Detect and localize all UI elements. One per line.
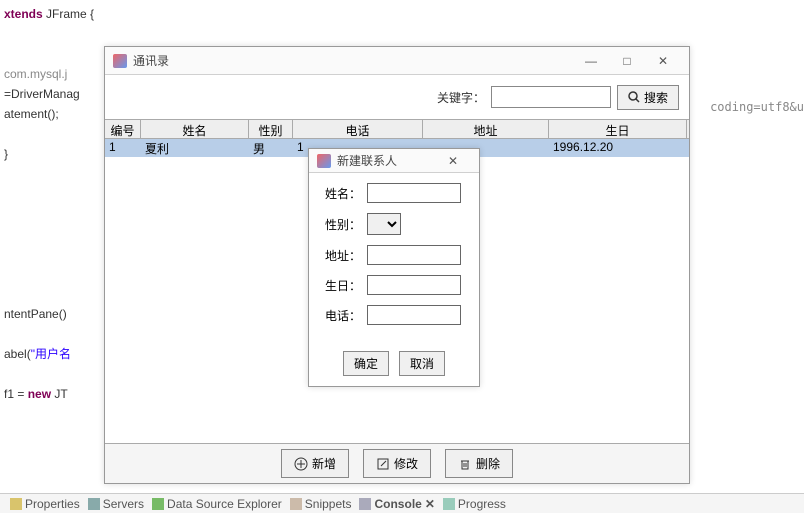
search-button[interactable]: 搜索 — [617, 85, 679, 110]
plus-icon — [294, 457, 308, 471]
java-icon — [317, 154, 331, 168]
edit-icon — [376, 457, 390, 471]
col-sex[interactable]: 性别 — [249, 120, 293, 138]
trash-icon — [458, 457, 472, 471]
eclipse-view-tabs: Properties Servers Data Source Explorer … — [0, 493, 804, 513]
main-titlebar: 通讯录 — □ ✕ — [105, 47, 689, 75]
close-button[interactable]: ✕ — [645, 47, 681, 74]
ok-button[interactable]: 确定 — [343, 351, 389, 376]
bday-label: 生日： — [321, 277, 361, 294]
maximize-button[interactable]: □ — [609, 47, 645, 74]
code-tail: coding=utf8&u — [710, 100, 804, 114]
cell-bday: 1996.12.20 — [549, 139, 687, 157]
search-row: 关键字： 搜索 — [105, 75, 689, 119]
java-icon — [113, 54, 127, 68]
tab-console[interactable]: Console ✕ — [359, 497, 434, 511]
col-bday[interactable]: 生日 — [549, 120, 687, 138]
col-id[interactable]: 编号 — [105, 120, 141, 138]
tel-field[interactable] — [367, 305, 461, 325]
addr-label: 地址： — [321, 247, 361, 264]
new-contact-dialog: 新建联系人 ✕ 姓名： 性别： 地址： 生日： 电话： 确定 取消 — [308, 148, 480, 387]
bday-field[interactable] — [367, 275, 461, 295]
tab-servers[interactable]: Servers — [88, 497, 144, 511]
minimize-button[interactable]: — — [573, 47, 609, 74]
dialog-close-button[interactable]: ✕ — [435, 149, 471, 172]
search-input[interactable] — [491, 86, 611, 108]
table-header: 编号 姓名 性别 电话 地址 生日 — [105, 119, 689, 139]
dialog-actions: 确定 取消 — [309, 345, 479, 386]
dialog-titlebar: 新建联系人 ✕ — [309, 149, 479, 173]
add-button[interactable]: 新增 — [281, 449, 349, 478]
tel-label: 电话： — [321, 307, 361, 324]
col-addr[interactable]: 地址 — [423, 120, 549, 138]
tab-data-source-explorer[interactable]: Data Source Explorer — [152, 497, 282, 511]
sex-select[interactable] — [367, 213, 401, 235]
edit-button[interactable]: 修改 — [363, 449, 431, 478]
col-name[interactable]: 姓名 — [141, 120, 249, 138]
search-icon — [628, 91, 640, 103]
dialog-title: 新建联系人 — [337, 152, 435, 169]
cancel-button[interactable]: 取消 — [399, 351, 445, 376]
cell-sex: 男 — [249, 139, 293, 157]
tab-properties[interactable]: Properties — [10, 497, 80, 511]
tab-progress[interactable]: Progress — [443, 497, 506, 511]
delete-button[interactable]: 删除 — [445, 449, 513, 478]
search-label: 关键字： — [437, 89, 485, 106]
name-field[interactable] — [367, 183, 461, 203]
bottom-toolbar: 新增 修改 删除 — [105, 443, 689, 483]
dialog-body: 姓名： 性别： 地址： 生日： 电话： — [309, 173, 479, 345]
col-tel[interactable]: 电话 — [293, 120, 423, 138]
name-label: 姓名： — [321, 185, 361, 202]
cell-id: 1 — [105, 139, 141, 157]
cell-name: 夏利 — [141, 139, 249, 157]
tab-snippets[interactable]: Snippets — [290, 497, 352, 511]
main-title: 通讯录 — [133, 52, 573, 69]
addr-field[interactable] — [367, 245, 461, 265]
sex-label: 性别： — [321, 216, 361, 233]
